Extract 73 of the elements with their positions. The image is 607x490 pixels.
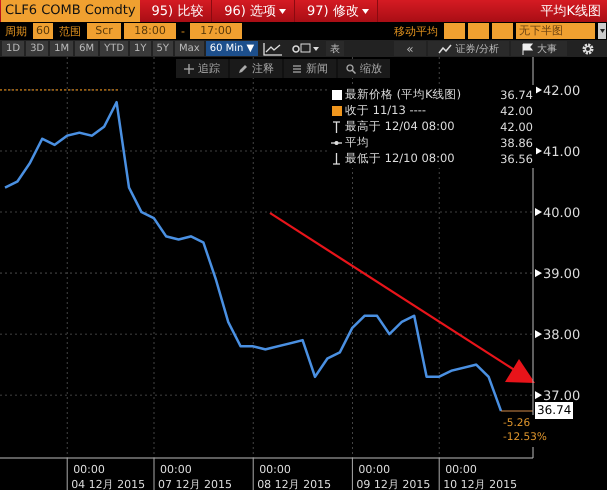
x-tick-label: 00:00 08 12月 2015	[257, 463, 332, 490]
range-field[interactable]: Scr	[87, 23, 121, 39]
table-button[interactable]: 表	[326, 41, 344, 56]
track-button[interactable]: 追踪	[176, 59, 228, 78]
legend-label: 平均	[345, 135, 369, 150]
y-tick-label: 40.00	[543, 206, 580, 222]
legend-value: 36.74	[500, 88, 533, 102]
y-tick-label: 41.00	[543, 145, 580, 160]
range-button[interactable]: 6M	[75, 41, 98, 56]
lower-chart-dropdown[interactable]: 无下半图	[516, 23, 595, 39]
change-label: -12.53%	[503, 431, 547, 443]
range-button[interactable]: 5Y	[152, 41, 174, 56]
moving-average-field[interactable]	[468, 23, 489, 39]
start-time-field[interactable]: 18:00	[124, 23, 176, 39]
caret-icon	[600, 29, 604, 33]
chart-title: 平均K线图	[540, 3, 601, 20]
pencil-icon	[238, 64, 248, 74]
collapse-button[interactable]: «	[394, 41, 426, 56]
y-tick-label: 42.00	[543, 84, 580, 99]
legend-value: 38.86	[500, 136, 533, 150]
legend-label: 最高于 12/04 08:00	[345, 119, 455, 134]
y-tick-label: 38.00	[543, 328, 580, 344]
line-chart-icon	[438, 43, 452, 54]
note-button[interactable]: 注释	[230, 59, 282, 78]
tick-marker-icon	[535, 208, 542, 216]
end-time-field[interactable]: 17:00	[190, 23, 242, 39]
range-button[interactable]: 3D	[26, 41, 48, 56]
dropdown-button[interactable]	[598, 23, 606, 39]
range-button[interactable]: 1M	[50, 41, 74, 56]
moving-average-field[interactable]	[444, 23, 465, 39]
analysis-button[interactable]: 证券/分析	[428, 41, 509, 56]
legend-value: 42.00	[500, 104, 533, 118]
moving-average-label: 移动平均	[393, 24, 439, 38]
zoom-button[interactable]: 缩放	[338, 59, 390, 78]
moving-average-field[interactable]	[492, 23, 513, 39]
settings-icon[interactable]	[581, 42, 595, 56]
interval-dropdown[interactable]: 60 Min ▼	[206, 41, 258, 56]
range-button[interactable]: 1D	[2, 41, 24, 56]
tick-marker-icon	[535, 330, 542, 338]
range-separator: -	[180, 24, 186, 38]
last-price-label: 36.74	[535, 402, 574, 419]
tick-marker-icon	[535, 269, 542, 278]
range-button[interactable]: 1Y	[130, 41, 151, 56]
legend-value: 36.56	[500, 152, 533, 166]
line-chart-icon[interactable]	[263, 42, 284, 56]
crosshair-icon	[184, 64, 194, 74]
flag-icon	[521, 42, 533, 54]
period-label: 周期	[4, 24, 28, 38]
x-tick-label: 00:00 04 12月 2015	[71, 463, 146, 490]
change-label: -5.26	[503, 417, 530, 429]
period-field[interactable]: 60	[33, 23, 53, 39]
low-marker-icon	[331, 152, 342, 164]
range-button[interactable]: Max	[175, 41, 204, 56]
search-icon	[346, 64, 356, 74]
high-marker-icon	[331, 120, 342, 132]
y-tick-label: 39.00	[543, 267, 580, 282]
news-button[interactable]: 新闻	[284, 59, 336, 78]
lines-icon	[292, 64, 302, 74]
x-tick-label: 00:00 07 12月 2015	[158, 463, 232, 490]
range-button[interactable]: YTD	[100, 41, 128, 56]
legend-label: 最低于 12/10 08:00	[345, 151, 455, 166]
events-button[interactable]: 大事	[511, 41, 567, 56]
tick-marker-icon	[535, 391, 542, 400]
legend-value: 42.00	[500, 120, 533, 134]
x-tick-label: 00:00 09 12月 2015	[356, 463, 430, 490]
last-price-line	[500, 410, 534, 412]
y-tick-label: 37.00	[543, 389, 580, 404]
range-label: 范围	[58, 24, 82, 38]
tools-icon[interactable]	[291, 42, 322, 56]
x-tick-label: 00:00 10 12月 2015	[443, 463, 518, 490]
legend-label: 收于 11/13 ----	[345, 103, 426, 118]
legend-label: 最新价格 (平均K线图)	[345, 87, 462, 102]
security-ticker[interactable]: CLF6 COMB Comdty	[1, 0, 140, 22]
